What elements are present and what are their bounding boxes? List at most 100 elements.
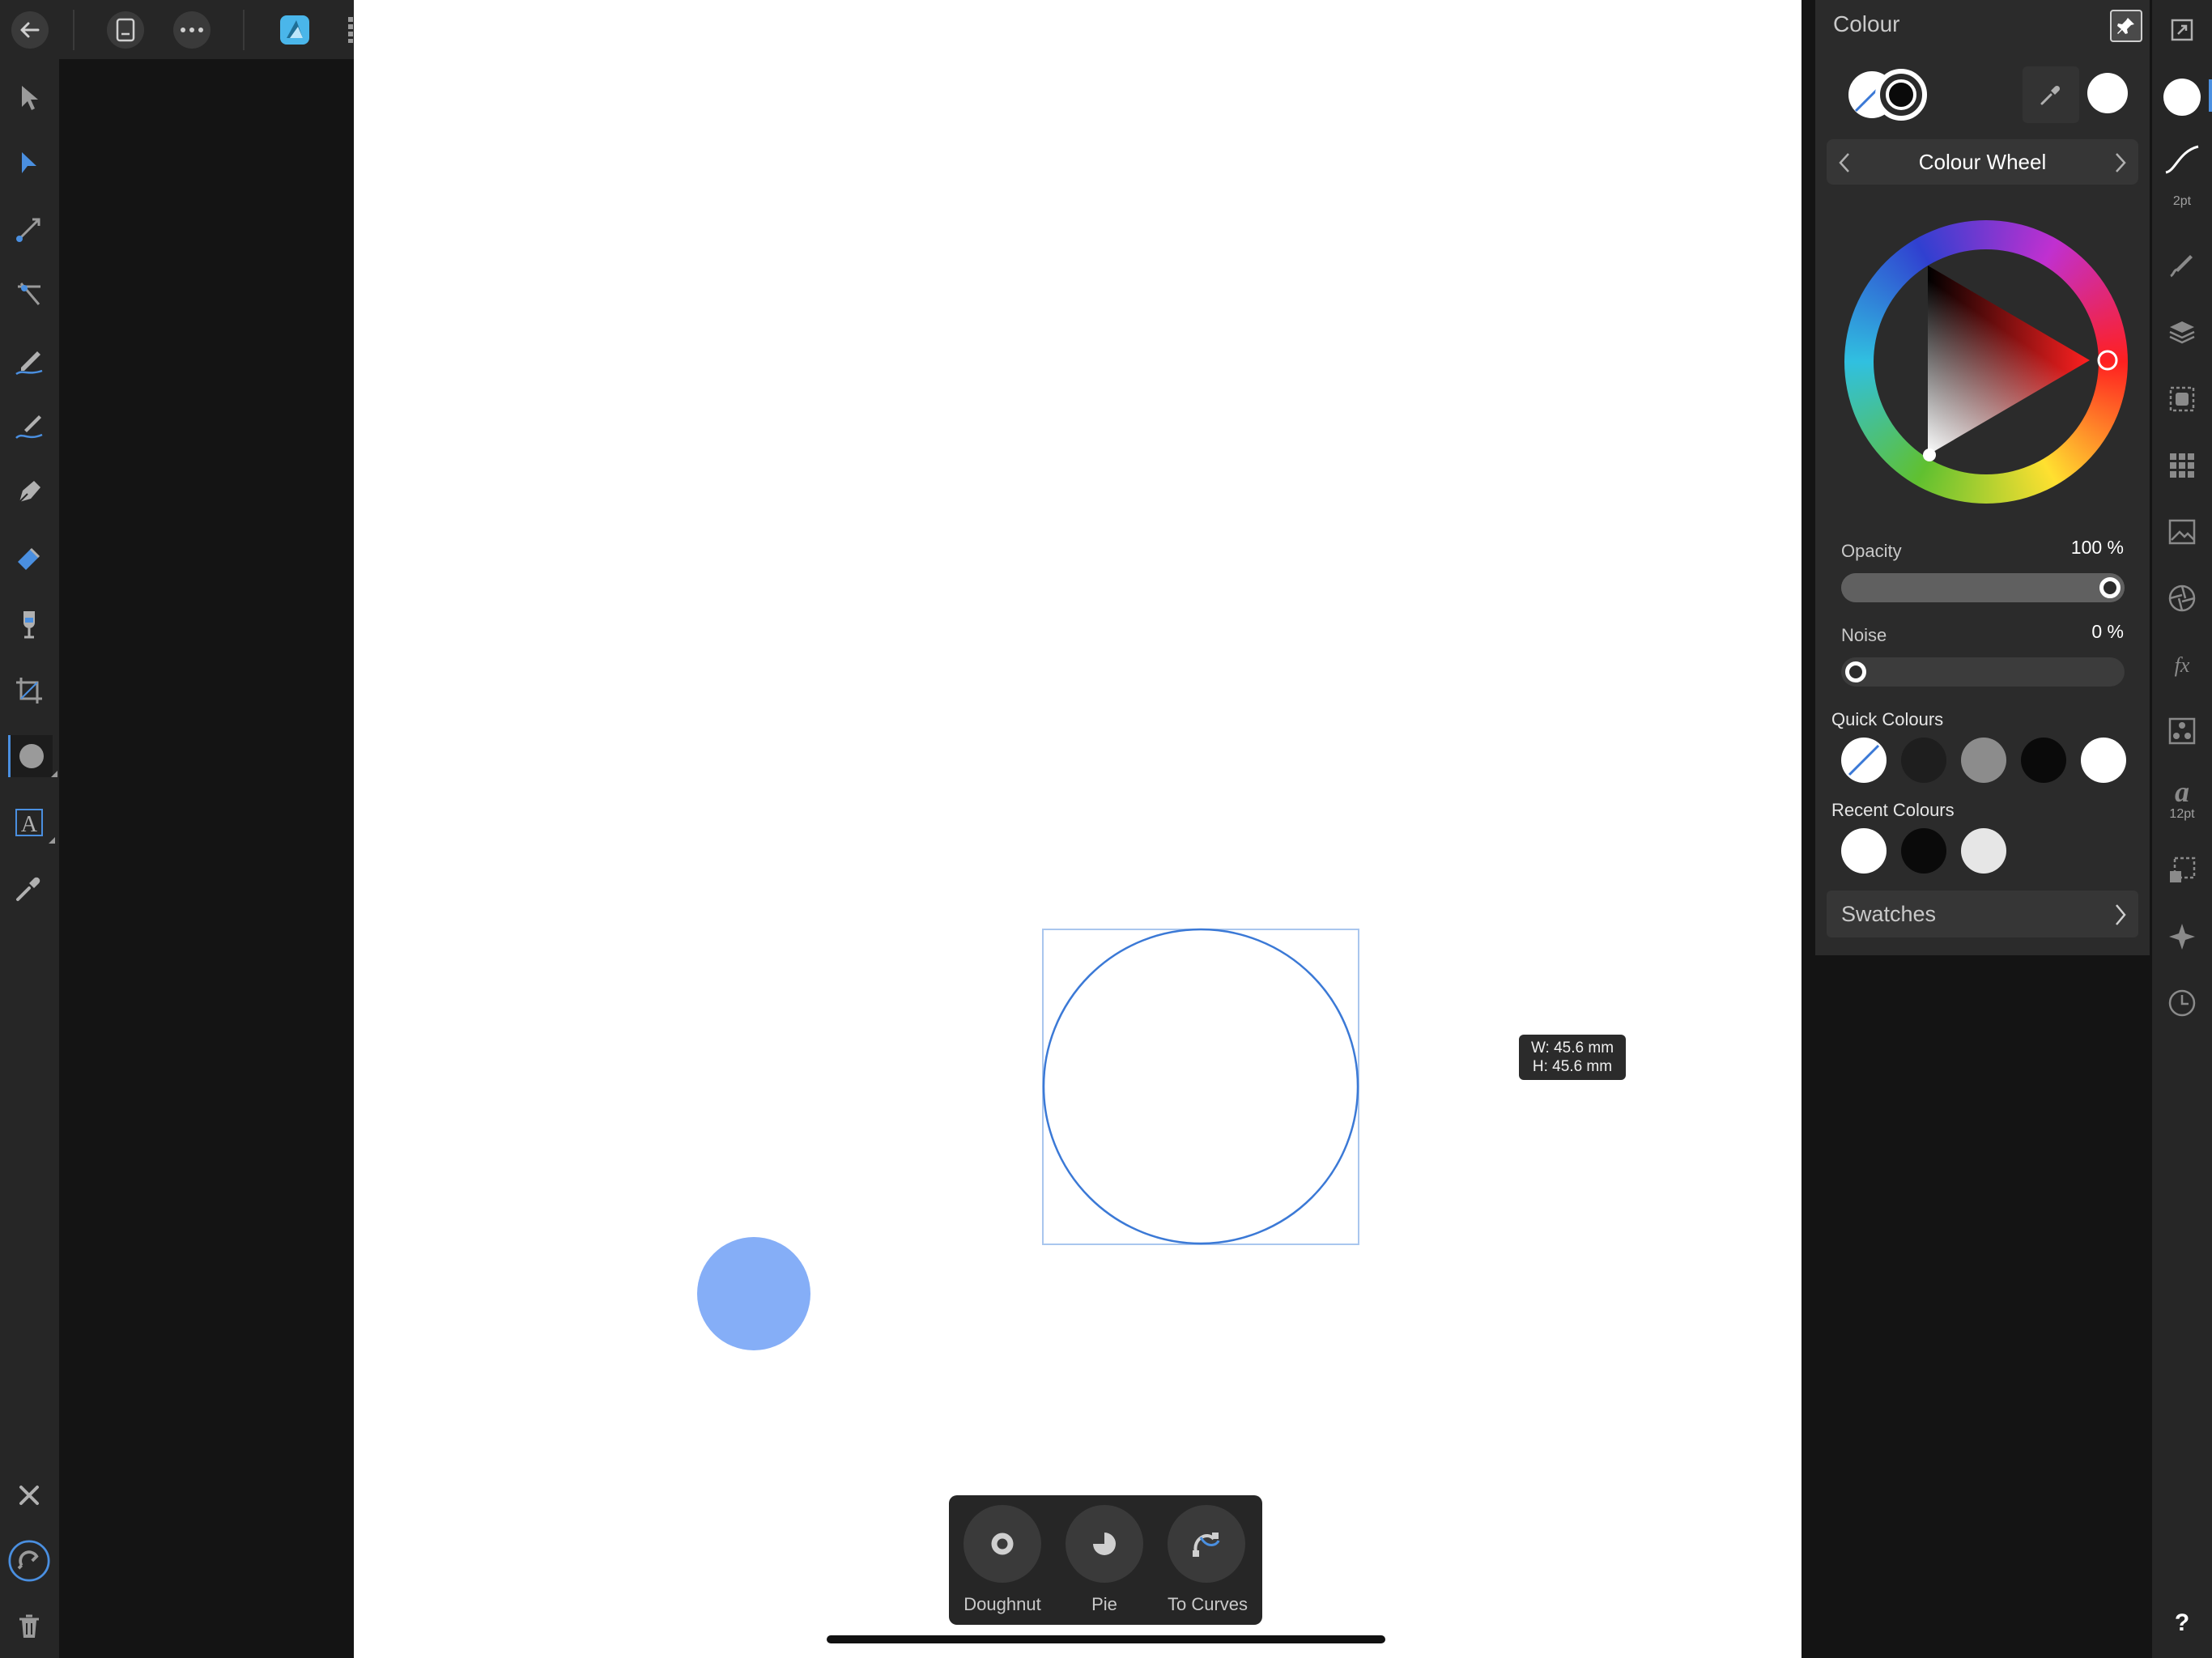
fill-tool[interactable] (8, 538, 50, 580)
eyedropper-icon (16, 877, 40, 901)
recent-colours-label: Recent Colours (1831, 800, 1955, 820)
eyedropper-icon (2040, 85, 2061, 105)
to-curves-label: To Curves (1167, 1594, 1249, 1614)
crop-icon (16, 678, 42, 704)
opacity-slider-fill (1841, 573, 2125, 602)
ellipse-tool[interactable] (8, 735, 57, 777)
home-indicator[interactable] (827, 1635, 1385, 1643)
colour-studio-button[interactable] (2162, 77, 2202, 117)
pen-tool[interactable] (8, 471, 50, 513)
transparency-tool[interactable] (8, 603, 50, 645)
recent-colour-swatch[interactable] (1841, 828, 1887, 874)
pasteboard (59, 59, 354, 1658)
delete-button[interactable] (8, 1605, 50, 1647)
size-tooltip-width: W: 45.6 mm (1530, 1039, 1614, 1056)
full-screen-button[interactable] (2162, 10, 2202, 50)
panel-title: Colour (1833, 11, 1900, 36)
opacity-slider-handle[interactable] (2099, 577, 2121, 598)
node-tool[interactable] (8, 142, 50, 184)
colour-picker-button[interactable] (2023, 66, 2079, 123)
recent-colour-swatch[interactable] (1901, 828, 1946, 874)
pin-panel-button[interactable] (2110, 10, 2142, 42)
close-icon (19, 1486, 39, 1505)
submenu-indicator-icon (51, 771, 57, 777)
noise-slider-handle[interactable] (1845, 661, 1866, 682)
stock-studio-button[interactable] (2162, 512, 2202, 552)
to-curves-button[interactable] (1168, 1505, 1245, 1583)
current-colour-swatch[interactable] (2087, 73, 2128, 113)
move-tool[interactable] (8, 77, 50, 119)
chevron-right-icon[interactable] (2114, 152, 2127, 173)
transform-studio-button[interactable] (2162, 850, 2202, 891)
back-button[interactable] (11, 11, 49, 49)
grid-icon (2170, 453, 2194, 478)
pencil-tool[interactable] (8, 340, 50, 382)
quick-colour-swatch[interactable] (1841, 738, 1887, 783)
layers-studio-button[interactable] (2162, 312, 2202, 353)
quick-colours-row (1841, 738, 2133, 786)
doughnut-button[interactable] (963, 1505, 1041, 1583)
swatches-button[interactable]: Swatches (1827, 891, 2138, 937)
symbols-studio-button[interactable] (2162, 445, 2202, 486)
navigator-studio-button[interactable] (2162, 916, 2202, 957)
assets-studio-button[interactable] (2162, 379, 2202, 419)
fill-icon (18, 547, 40, 570)
colour-mode-selector[interactable]: Colour Wheel (1827, 139, 2138, 185)
opacity-value: 100 % (2070, 537, 2124, 558)
submenu-indicator-icon (49, 837, 55, 844)
image-icon (2168, 519, 2196, 545)
quick-colour-swatch[interactable] (2081, 738, 2126, 783)
point-transform-tool[interactable] (8, 208, 50, 250)
saturation-handle[interactable] (1923, 449, 1936, 461)
quick-colour-swatch[interactable] (2021, 738, 2066, 783)
designer-persona-button[interactable] (276, 11, 313, 49)
doughnut-icon (991, 1533, 1014, 1555)
document-canvas[interactable] (354, 0, 1802, 1658)
effects-studio-button[interactable]: fx (2162, 644, 2202, 685)
more-button[interactable] (173, 11, 211, 49)
snapping-button[interactable] (8, 1540, 50, 1582)
quick-colour-swatch[interactable] (1901, 738, 1946, 783)
noise-slider[interactable] (1841, 657, 2125, 687)
styles-studio-button[interactable] (2162, 711, 2202, 751)
vector-brush-tool[interactable] (8, 406, 50, 448)
appearance-studio-button[interactable] (2162, 578, 2202, 619)
doughnut-label: Doughnut (963, 1594, 1041, 1614)
opacity-slider[interactable] (1841, 573, 2125, 602)
trash-icon (19, 1614, 39, 1638)
brushes-studio-button[interactable] (2162, 244, 2202, 285)
colour-picker-tool[interactable] (8, 867, 50, 909)
corner-tool[interactable] (8, 274, 50, 316)
pie-button[interactable] (1066, 1505, 1143, 1583)
stroke-studio-button[interactable] (2162, 139, 2202, 180)
artistic-text-tool[interactable]: A (8, 801, 55, 844)
pen-nib-icon (19, 481, 40, 503)
no-colour-icon (1843, 739, 1885, 781)
document-icon (116, 18, 135, 42)
toolbar-divider (243, 10, 245, 50)
move-arrow-icon (22, 86, 38, 110)
pie-label: Pie (1091, 1594, 1117, 1614)
wine-glass-icon (23, 611, 35, 639)
saturation-triangle[interactable] (1844, 220, 2128, 504)
selected-ellipse[interactable] (1042, 928, 1359, 1245)
studio-bar: 2pt fx a 12pt ? (2152, 0, 2212, 1658)
document-button[interactable] (107, 11, 144, 49)
crop-tool[interactable] (8, 670, 50, 712)
recent-colour-swatch[interactable] (1961, 828, 2006, 874)
text-styles-studio-button[interactable]: a (2162, 771, 2202, 811)
cancel-button[interactable] (8, 1474, 50, 1516)
blue-circle[interactable] (697, 1237, 810, 1350)
svg-text:fx: fx (2175, 653, 2190, 677)
help-button[interactable]: ? (2152, 1609, 2212, 1637)
selection-square-icon (2169, 386, 2195, 412)
to-curves-icon (1193, 1533, 1220, 1557)
toolbar-divider (73, 10, 74, 50)
svg-text:a: a (2175, 777, 2189, 805)
quick-colour-swatch[interactable] (1961, 738, 2006, 783)
history-studio-button[interactable] (2162, 983, 2202, 1023)
chevron-right-icon (2116, 904, 2126, 925)
fill-stroke-selector[interactable] (1844, 66, 1933, 123)
hue-handle[interactable] (2097, 350, 2118, 371)
text-frame-icon: A (15, 809, 43, 837)
